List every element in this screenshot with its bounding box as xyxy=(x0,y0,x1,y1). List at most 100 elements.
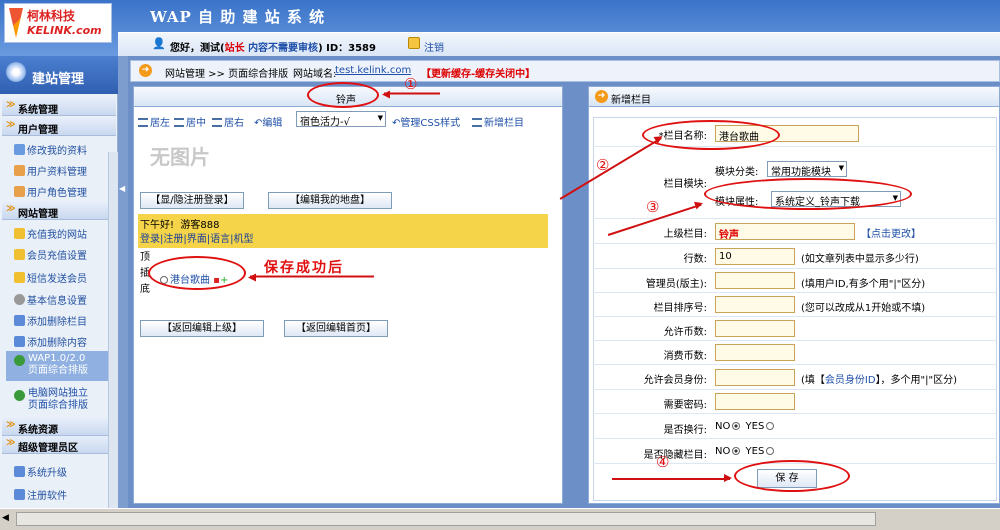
arrow-right-icon: ➜ xyxy=(139,64,152,77)
newline-radios[interactable]: NO YES xyxy=(715,421,776,432)
rows-input[interactable]: 10 xyxy=(715,248,795,265)
breadcrumb: ➜ 网站管理 >> 页面综合排版 网站域名: test.kelink.com 【… xyxy=(130,60,1000,82)
domain-link[interactable]: test.kelink.com xyxy=(335,65,411,76)
sidebar-item-add-column[interactable]: 添加删除栏目 xyxy=(14,313,116,328)
cache-toggle[interactable]: 【更新缓存-缓存关闭中】 xyxy=(421,65,535,80)
edit-myland-button[interactable]: 【编辑我的地盘】 xyxy=(268,192,392,209)
annotation-ellipse-saved xyxy=(148,256,246,290)
panel-header: ➜ 新增栏目 xyxy=(589,87,999,107)
align-center-button[interactable]: 居中 xyxy=(174,114,206,129)
panel-title: 新增栏目 xyxy=(611,95,651,106)
align-right-icon xyxy=(212,118,222,127)
row-password: 需要密码: xyxy=(593,390,997,414)
add-column-button[interactable]: 新增栏目 xyxy=(472,114,524,129)
sidebar-scrollbar[interactable] xyxy=(108,152,118,508)
align-left-button[interactable]: 居左 xyxy=(138,114,170,129)
row-parent: 上级栏目: 铃声 【点击更改】 xyxy=(593,219,997,244)
order-input[interactable] xyxy=(715,296,795,313)
list-icon xyxy=(472,118,482,127)
breadcrumb-path: 网站管理 >> 页面综合排版 xyxy=(165,69,289,80)
category-select[interactable]: 常用功能模块 xyxy=(767,161,847,178)
spend-coin-input[interactable] xyxy=(715,344,795,361)
section-super[interactable]: 超级管理员区 xyxy=(2,436,116,454)
greeting-line: 下午好! 游客888 xyxy=(140,220,220,231)
insert-bottom[interactable]: 底 xyxy=(138,282,152,298)
section-system[interactable]: 系统管理 xyxy=(2,98,116,116)
sidebar-item-recharge[interactable]: 充值我的网站 xyxy=(14,226,116,241)
radio-icon xyxy=(766,447,775,455)
toggle-login-button[interactable]: 【显/隐注册登录】 xyxy=(140,192,244,209)
section-resources[interactable]: 系统资源 xyxy=(2,418,116,436)
sidebar-item-add-content[interactable]: 添加删除内容 xyxy=(14,334,116,349)
insert-top[interactable]: 顶 xyxy=(138,250,152,266)
radio-checked-icon xyxy=(732,447,741,455)
star-icon xyxy=(14,249,25,260)
horizontal-scrollbar[interactable]: ◀ xyxy=(0,508,1000,530)
manage-css-button[interactable]: ↶管理CSS样式 xyxy=(392,114,460,129)
role-icon xyxy=(14,186,25,197)
member-id-link[interactable]: 会员身份ID xyxy=(825,375,876,386)
admin-input[interactable] xyxy=(715,272,795,289)
scroll-thumb[interactable] xyxy=(16,512,876,526)
edit-icon xyxy=(14,336,25,347)
allow-coin-input[interactable] xyxy=(715,320,795,337)
sidebar-item-user-role[interactable]: 用户角色管理 xyxy=(14,184,116,199)
logo-text-en: KELINK.com xyxy=(27,24,102,37)
sidebar: 建站管理 系统管理 用户管理 修改我的资料 用户资料管理 用户角色管理 网站管理… xyxy=(0,56,118,530)
collapse-arrow-icon: ◀ xyxy=(119,184,126,193)
sidebar-item-pc-layout[interactable]: 电脑网站独立 页面综合排版 xyxy=(6,386,116,416)
hidden-radios[interactable]: NO YES xyxy=(715,446,776,457)
sidebar-item-basic-info[interactable]: 基本信息设置 xyxy=(14,292,116,307)
user-role: 站长 xyxy=(224,43,245,54)
row-spend-coin: 消费币数: xyxy=(593,341,997,365)
logout-icon xyxy=(408,37,420,49)
annotation-ellipse-1 xyxy=(307,82,379,108)
parent-column-input[interactable]: 铃声 xyxy=(715,223,855,241)
password-input[interactable] xyxy=(715,393,795,410)
edit-icon xyxy=(14,315,25,326)
radio-icon xyxy=(766,422,775,430)
annotation-arrow-4 xyxy=(612,475,732,481)
sidebar-item-wap-layout[interactable]: WAP1.0/2.0 页面综合排版 xyxy=(6,351,116,381)
layout-preview-panel: 铃声 居左 居中 居右 ↶编辑 宿色活力-√ ↶管理CSS样式 新增栏目 无图片… xyxy=(133,86,563,504)
edit-button[interactable]: ↶编辑 xyxy=(254,114,282,129)
sidebar-item-sms[interactable]: 短信发送会员 xyxy=(14,270,116,285)
register-icon xyxy=(14,489,25,500)
logout-link[interactable]: 注销 xyxy=(424,39,444,54)
sidebar-item-user-profile[interactable]: 用户资料管理 xyxy=(14,163,116,178)
align-right-button[interactable]: 居右 xyxy=(212,114,244,129)
collapse-bar[interactable]: ◀ xyxy=(118,56,128,530)
section-user[interactable]: 用户管理 xyxy=(2,118,116,136)
sidebar-item-upgrade[interactable]: 系统升级 xyxy=(14,464,116,479)
gear-icon xyxy=(14,294,25,305)
row-order: 栏目排序号: (您可以改成从1开始或不填) xyxy=(593,293,997,317)
row-newline: 是否换行: NO YES xyxy=(593,414,997,439)
back-to-parent-button[interactable]: 【返回编辑上级】 xyxy=(140,320,264,337)
greeting-links[interactable]: 登录|注册|界面|语言|机型 xyxy=(140,230,253,245)
arrow-right-icon: ➜ xyxy=(595,90,608,103)
member-id-input[interactable] xyxy=(715,369,795,386)
change-parent-link[interactable]: 【点击更改】 xyxy=(861,225,921,240)
radio-checked-icon xyxy=(732,422,741,430)
user-status-bar: 👤 您好，测试(站长 内容不需要审核) ID：3589 注销 xyxy=(118,32,1000,56)
sidebar-item-edit-profile[interactable]: 修改我的资料 xyxy=(14,142,116,157)
scroll-left-icon[interactable]: ◀ xyxy=(2,513,9,523)
annotation-ellipse-2 xyxy=(642,120,780,150)
back-to-home-button[interactable]: 【返回编辑首页】 xyxy=(284,320,388,337)
sidebar-item-member-recharge[interactable]: 会员充值设置 xyxy=(14,247,116,262)
domain-label: 网站域名: xyxy=(293,69,337,80)
review-status: 内容不需要审核 xyxy=(248,43,319,54)
globe-icon xyxy=(14,355,25,366)
sidebar-title: 建站管理 xyxy=(32,72,85,87)
user-greeting: 您好，测试(站长 内容不需要审核) ID：3589 xyxy=(170,43,376,54)
star-icon xyxy=(14,228,25,239)
pen-icon xyxy=(6,62,26,82)
sidebar-item-register[interactable]: 注册软件 xyxy=(14,487,116,502)
sidebar-header: 建站管理 xyxy=(0,56,118,94)
greeting-banner: 下午好! 游客888 登录|注册|界面|语言|机型 xyxy=(138,214,548,248)
annotation-ellipse-3 xyxy=(704,178,912,210)
style-select[interactable]: 宿色活力-√ xyxy=(296,111,386,128)
align-left-icon xyxy=(138,118,148,127)
section-site[interactable]: 网站管理 xyxy=(2,202,116,220)
row-allow-coin: 允许币数: xyxy=(593,317,997,341)
